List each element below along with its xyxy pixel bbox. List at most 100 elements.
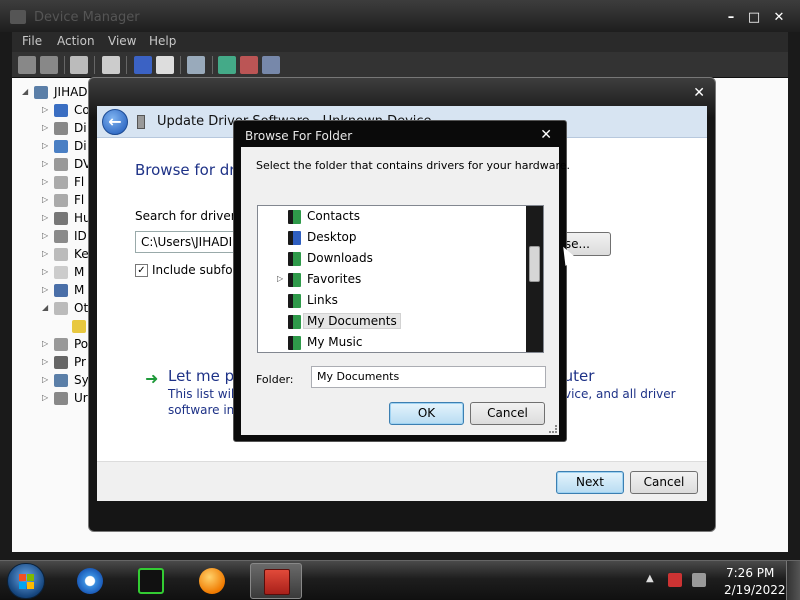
maximize-button[interactable]: □ — [745, 10, 763, 26]
taskbar-app-toolbox[interactable] — [250, 563, 302, 599]
show-hidden-icons-icon[interactable]: ▲ — [646, 573, 654, 584]
processor-icon — [54, 356, 68, 369]
computer-icon — [54, 104, 68, 117]
close-button[interactable]: ✕ — [540, 127, 552, 143]
expand-icon[interactable]: ▷ — [277, 274, 283, 283]
show-desktop-button[interactable] — [786, 561, 800, 600]
folder-field[interactable]: My Documents — [311, 366, 546, 388]
folder-icon — [288, 273, 301, 287]
expand-icon[interactable]: ▷ — [42, 339, 52, 348]
close-button[interactable]: ✕ — [693, 85, 705, 101]
expand-icon[interactable]: ▷ — [42, 231, 52, 240]
ide-icon — [54, 230, 68, 243]
folder-item[interactable]: ▷ Favorites — [258, 269, 526, 290]
expand-icon[interactable]: ▷ — [42, 375, 52, 384]
folder-label: Links — [307, 293, 338, 307]
dialog-instruction: Select the folder that contains drivers … — [256, 159, 571, 172]
back-arrow-icon[interactable] — [18, 56, 36, 74]
taskbar: ▲ 7:26 PM 2/19/2022 — [0, 560, 800, 600]
scan-hardware-icon[interactable] — [187, 56, 205, 74]
tree-item-label: Sy — [74, 373, 89, 387]
expand-icon[interactable]: ▷ — [42, 177, 52, 186]
collapse-icon[interactable]: ◢ — [22, 87, 32, 96]
back-button[interactable]: ← — [102, 109, 128, 135]
other-devices-icon — [54, 302, 68, 315]
browse-for-folder-dialog: Browse For Folder ✕ Select the folder th… — [233, 120, 571, 442]
next-button[interactable]: Next — [556, 471, 624, 494]
folder-icon — [288, 210, 301, 224]
taskbar-app-device-manager[interactable] — [125, 563, 177, 599]
folder-icon — [288, 294, 301, 308]
close-button[interactable]: ✕ — [770, 10, 788, 26]
menu-action[interactable]: Action — [57, 34, 95, 48]
update-driver-icon[interactable] — [218, 56, 236, 74]
taskbar-app-media-player[interactable] — [186, 563, 238, 599]
toolbar-separator — [180, 56, 181, 74]
computer-icon — [34, 86, 48, 99]
expand-icon[interactable]: ▷ — [42, 159, 52, 168]
minimize-button[interactable]: – — [722, 10, 740, 26]
device-manager-titlebar: Device Manager – □ ✕ — [0, 0, 800, 32]
folder-label: Desktop — [307, 230, 357, 244]
scrollbar-thumb[interactable] — [529, 246, 540, 282]
view-icon[interactable] — [70, 56, 88, 74]
menu-help[interactable]: Help — [149, 34, 176, 48]
mouse-icon — [54, 266, 68, 279]
help-icon[interactable] — [134, 56, 152, 74]
expand-icon[interactable]: ▷ — [42, 141, 52, 150]
expand-icon[interactable]: ▷ — [42, 357, 52, 366]
folder-item[interactable]: Desktop — [258, 227, 526, 248]
desktop-icon — [288, 231, 301, 245]
tree-item-label: Po — [74, 337, 89, 351]
folder-icon — [288, 315, 301, 329]
menu-file[interactable]: File — [22, 34, 42, 48]
folder-tree[interactable]: Contacts Desktop Downloads ▷ Favorites L… — [257, 205, 544, 353]
properties-icon[interactable] — [102, 56, 120, 74]
expand-icon[interactable]: ▷ — [42, 123, 52, 132]
toolbox-icon — [264, 569, 290, 595]
media-player-icon — [199, 568, 225, 594]
cancel-button[interactable]: Cancel — [630, 471, 698, 494]
tree-item-label: Ke — [74, 247, 89, 261]
volume-muted-icon[interactable] — [692, 573, 706, 587]
folder-label: My Documents — [303, 313, 401, 329]
uninstall-icon[interactable] — [240, 56, 258, 74]
clock-time[interactable]: 7:26 PM — [726, 566, 774, 580]
device-manager-icon — [138, 568, 164, 594]
expand-icon[interactable]: ▷ — [42, 267, 52, 276]
folder-item[interactable]: Contacts — [258, 206, 526, 227]
folder-item-selected[interactable]: My Documents — [258, 311, 526, 332]
floppy-icon — [54, 176, 68, 189]
show-hide-icon[interactable] — [156, 56, 174, 74]
toolbar-separator — [126, 56, 127, 74]
toolbar — [12, 52, 788, 78]
menu-bar: File Action View Help — [12, 32, 788, 52]
expand-icon[interactable]: ▷ — [42, 105, 52, 114]
internet-explorer-icon — [77, 568, 103, 594]
action-center-icon[interactable] — [668, 573, 682, 587]
tree-item-label: ID — [74, 229, 87, 243]
folder-item[interactable]: Downloads — [258, 248, 526, 269]
clock-date[interactable]: 2/19/2022 — [724, 583, 786, 597]
folder-label: My Music — [307, 335, 363, 349]
menu-view[interactable]: View — [108, 34, 136, 48]
expand-icon[interactable]: ▷ — [42, 213, 52, 222]
ok-button[interactable]: OK — [389, 402, 464, 425]
cancel-button[interactable]: Cancel — [470, 402, 545, 425]
usb-icon — [54, 392, 68, 405]
folder-item[interactable]: Links — [258, 290, 526, 311]
vertical-scrollbar[interactable] — [526, 206, 543, 352]
floppy-icon — [54, 194, 68, 207]
collapse-icon[interactable]: ◢ — [42, 303, 52, 312]
expand-icon[interactable]: ▷ — [42, 393, 52, 402]
start-button[interactable] — [7, 563, 45, 599]
forward-arrow-icon[interactable] — [40, 56, 58, 74]
expand-icon[interactable]: ▷ — [42, 195, 52, 204]
taskbar-app-internet-explorer[interactable] — [64, 563, 116, 599]
expand-icon[interactable]: ▷ — [42, 285, 52, 294]
disable-icon[interactable] — [262, 56, 280, 74]
resize-grip[interactable] — [549, 425, 557, 433]
expand-icon[interactable]: ▷ — [42, 249, 52, 258]
include-subfolders-checkbox[interactable]: ✓ — [135, 264, 148, 277]
folder-item[interactable]: My Music — [258, 332, 526, 352]
